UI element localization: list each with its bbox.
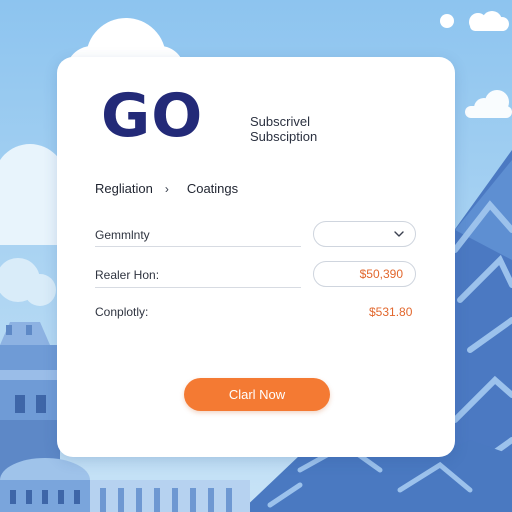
colonnade-bottom [90, 480, 250, 512]
brand-logo: GO [101, 81, 204, 151]
brand-subtitle: Subscrivel Subsciption [250, 114, 317, 144]
row-2-field[interactable]: $50,390 [313, 261, 416, 287]
row-1-dropdown[interactable] [313, 221, 416, 247]
row-3-label: Conplotly: [95, 305, 149, 319]
row-1-label: Gemmlnty [95, 228, 150, 242]
breadcrumb: Regliation › Coatings [95, 181, 238, 196]
row-2-label: Realer Hon: [95, 268, 160, 282]
row-1-divider [95, 246, 301, 247]
row-2-divider [95, 287, 301, 288]
row-3-value: $531.80 [369, 305, 413, 319]
start-now-button[interactable]: Clarl Now [184, 378, 330, 411]
chevron-down-icon [394, 231, 404, 237]
subtitle-line-2: Subsciption [250, 129, 318, 144]
breadcrumb-item-1[interactable]: Regliation [95, 181, 153, 196]
subscription-card: GO Subscrivel Subsciption Regliation › C… [57, 57, 455, 457]
breadcrumb-item-2[interactable]: Coatings [187, 181, 238, 196]
dome-bottom-left [0, 458, 90, 512]
row-2-value: $50,390 [359, 267, 403, 281]
breadcrumb-separator: › [164, 181, 169, 196]
subtitle-line-1: Subscrivel [250, 114, 310, 129]
